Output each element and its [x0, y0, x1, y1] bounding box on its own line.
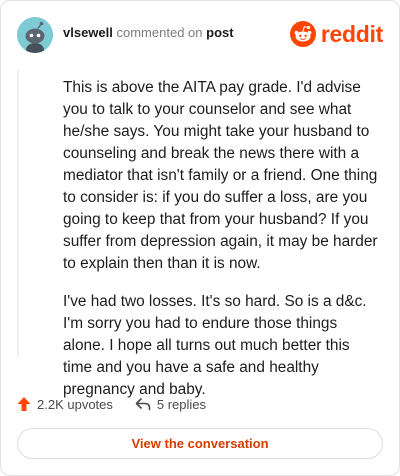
- upvote-arrow-icon: [17, 397, 31, 411]
- reply-arrow-icon: [135, 398, 151, 411]
- username-link[interactable]: vlsewell: [63, 25, 113, 40]
- snoo-avatar-icon[interactable]: [17, 17, 53, 53]
- post-link[interactable]: post: [206, 25, 233, 40]
- comment-paragraph-1: This is above the AITA pay grade. I'd ad…: [63, 79, 378, 272]
- comment-paragraph-2: I've had two losses. It's so hard. So is…: [63, 293, 367, 398]
- comment-body: This is above the AITA pay grade. I'd ad…: [17, 69, 383, 398]
- comment-embed-card: vlsewell commented on post reddit This i…: [0, 0, 400, 476]
- action-text: commented on: [116, 25, 203, 40]
- brand-wordmark: reddit: [320, 20, 383, 47]
- comment-stats: 2.2K upvotes 5 replies: [17, 393, 228, 415]
- comment-meta: vlsewell commented on post: [63, 25, 234, 41]
- replies-stat[interactable]: 5 replies: [135, 397, 206, 412]
- upvotes-count: 2.2K upvotes: [37, 396, 113, 412]
- replies-count: 5 replies: [156, 396, 207, 412]
- comment-header: vlsewell commented on post reddit: [17, 17, 383, 53]
- reddit-brand[interactable]: reddit: [289, 20, 383, 48]
- view-conversation-button[interactable]: View the conversation: [17, 428, 383, 459]
- reddit-logo-icon: [289, 21, 316, 47]
- upvotes-stat[interactable]: 2.2K upvotes: [17, 396, 113, 412]
